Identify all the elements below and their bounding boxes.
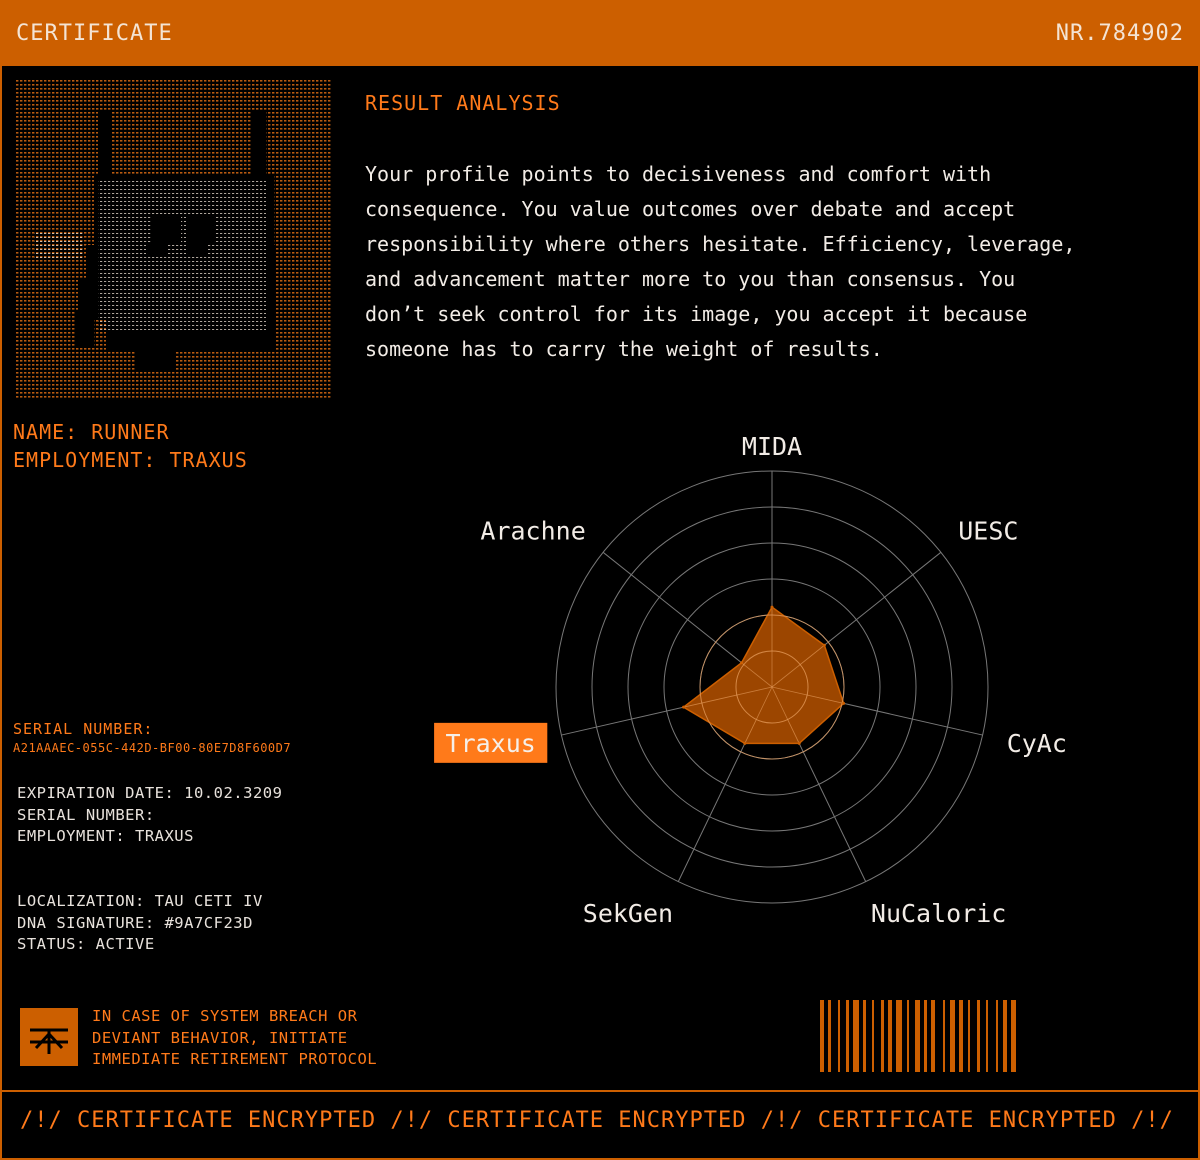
barcode-bar — [959, 1000, 963, 1072]
barcode-bar — [924, 1000, 927, 1072]
barcode-icon — [820, 1000, 1016, 1072]
radar-data-point — [770, 605, 774, 609]
barcode-bar — [872, 1000, 874, 1072]
certificate-title: CERTIFICATE — [16, 20, 173, 46]
runner-employment: EMPLOYMENT: TRAXUS — [13, 448, 248, 472]
barcode-bar — [968, 1000, 970, 1072]
barcode-bar — [828, 1000, 831, 1072]
barcode-bar — [863, 1000, 866, 1072]
barcode-bar — [907, 1000, 909, 1072]
expiration-date: EXPIRATION DATE: 10.02.3209 — [17, 784, 283, 802]
radar-data-point — [797, 741, 801, 745]
radar-data-point — [740, 661, 744, 665]
serial-label: SERIAL NUMBER: — [13, 720, 154, 738]
serial-number-line: SERIAL NUMBER: — [17, 805, 155, 824]
radar-label-mida: MIDA — [742, 432, 802, 461]
dna-signature-line: DNA SIGNATURE: #9A7CF23D — [17, 913, 253, 932]
radar-label-nucaloric: NuCaloric — [871, 899, 1006, 928]
analysis-line: and advancement matter more to you than … — [365, 267, 1016, 291]
runner-name: NAME: RUNNER — [13, 420, 170, 444]
certificate-header: CERTIFICATE NR.784902 — [0, 0, 1200, 66]
analysis-line: consequence. You value outcomes over deb… — [365, 197, 1016, 221]
result-analysis-title: RESULT ANALYSIS — [365, 91, 561, 115]
certificate-number: NR.784902 — [1055, 20, 1184, 46]
status-line: STATUS: ACTIVE — [17, 935, 155, 953]
barcode-bar — [950, 1000, 955, 1072]
analysis-line: don’t seek control for its image, you ac… — [365, 302, 1028, 326]
barcode-bar — [1003, 1000, 1007, 1072]
analysis-line: someone has to carry the weight of resul… — [365, 337, 883, 361]
barcode-bar — [1011, 1000, 1016, 1072]
warning-text: IN CASE OF SYSTEM BREACH OR DEVIANT BEHA… — [92, 1006, 377, 1071]
identity-block: NAME: RUNNER EMPLOYMENT: TRAXUS — [13, 418, 248, 474]
radar-label-cyac: CyAc — [1007, 729, 1067, 758]
radar-data-point — [822, 643, 826, 647]
barcode-bar — [896, 1000, 902, 1072]
barcode-bar — [915, 1000, 920, 1072]
radar-chart: MIDA UESC CyAc NuCaloric SekGen Traxus Arachne — [434, 432, 1067, 928]
warning-line: DEVIANT BEHAVIOR, INITIATE — [92, 1028, 348, 1047]
barcode-bar — [853, 1000, 859, 1072]
barcode-bar — [820, 1000, 824, 1072]
serial-block: SERIAL NUMBER: A21AAAEC-055C-442D-BF00-8… — [13, 720, 291, 758]
employment-line: EMPLOYMENT: TRAXUS — [17, 827, 194, 845]
barcode-bar — [888, 1000, 892, 1072]
info-group-location: LOCALIZATION: TAU CETI IV DNA SIGNATURE:… — [17, 891, 263, 956]
encrypted-marquee: /!/ CERTIFICATE ENCRYPTED /!/ CERTIFICAT… — [20, 1108, 1180, 1133]
result-analysis-text: Your profile points to decisiveness and … — [365, 157, 1185, 367]
radar-data-polygon — [682, 605, 845, 745]
barcode-bar — [838, 1000, 840, 1072]
barcode-bar — [846, 1000, 849, 1072]
barcode-bar — [986, 1000, 988, 1072]
analysis-line: responsibility where others hesitate. Ef… — [365, 232, 1076, 256]
barcode-bar — [996, 1000, 998, 1072]
info-group-expiration: EXPIRATION DATE: 10.02.3209 SERIAL NUMBE… — [17, 783, 282, 848]
radar-data-point — [682, 705, 686, 709]
radar-data-point — [842, 701, 846, 705]
barcode-bar — [977, 1000, 980, 1072]
warning-line: IMMEDIATE RETIREMENT PROTOCOL — [92, 1050, 378, 1068]
warning-line: IN CASE OF SYSTEM BREACH OR — [92, 1007, 358, 1025]
radar-label-sekgen: SekGen — [583, 899, 673, 928]
radar-data-point — [743, 741, 747, 745]
barcode-bar — [943, 1000, 945, 1072]
radar-label-arachne: Arachne — [480, 517, 585, 546]
serial-code: A21AAAEC-055C-442D-BF00-80E7D8F600D7 — [13, 741, 292, 755]
retirement-protocol-icon — [20, 1008, 78, 1066]
ascii-portrait-icon — [16, 80, 332, 400]
radar-label-uesc: UESC — [958, 517, 1018, 546]
radar-spoke — [602, 551, 745, 665]
barcode-bar — [931, 1000, 935, 1072]
barcode-bar — [881, 1000, 884, 1072]
radar-label-traxus: Traxus — [446, 729, 536, 758]
analysis-line: Your profile points to decisiveness and … — [365, 162, 992, 186]
footer-divider — [0, 1090, 1200, 1092]
localization-line: LOCALIZATION: TAU CETI IV — [17, 892, 263, 910]
